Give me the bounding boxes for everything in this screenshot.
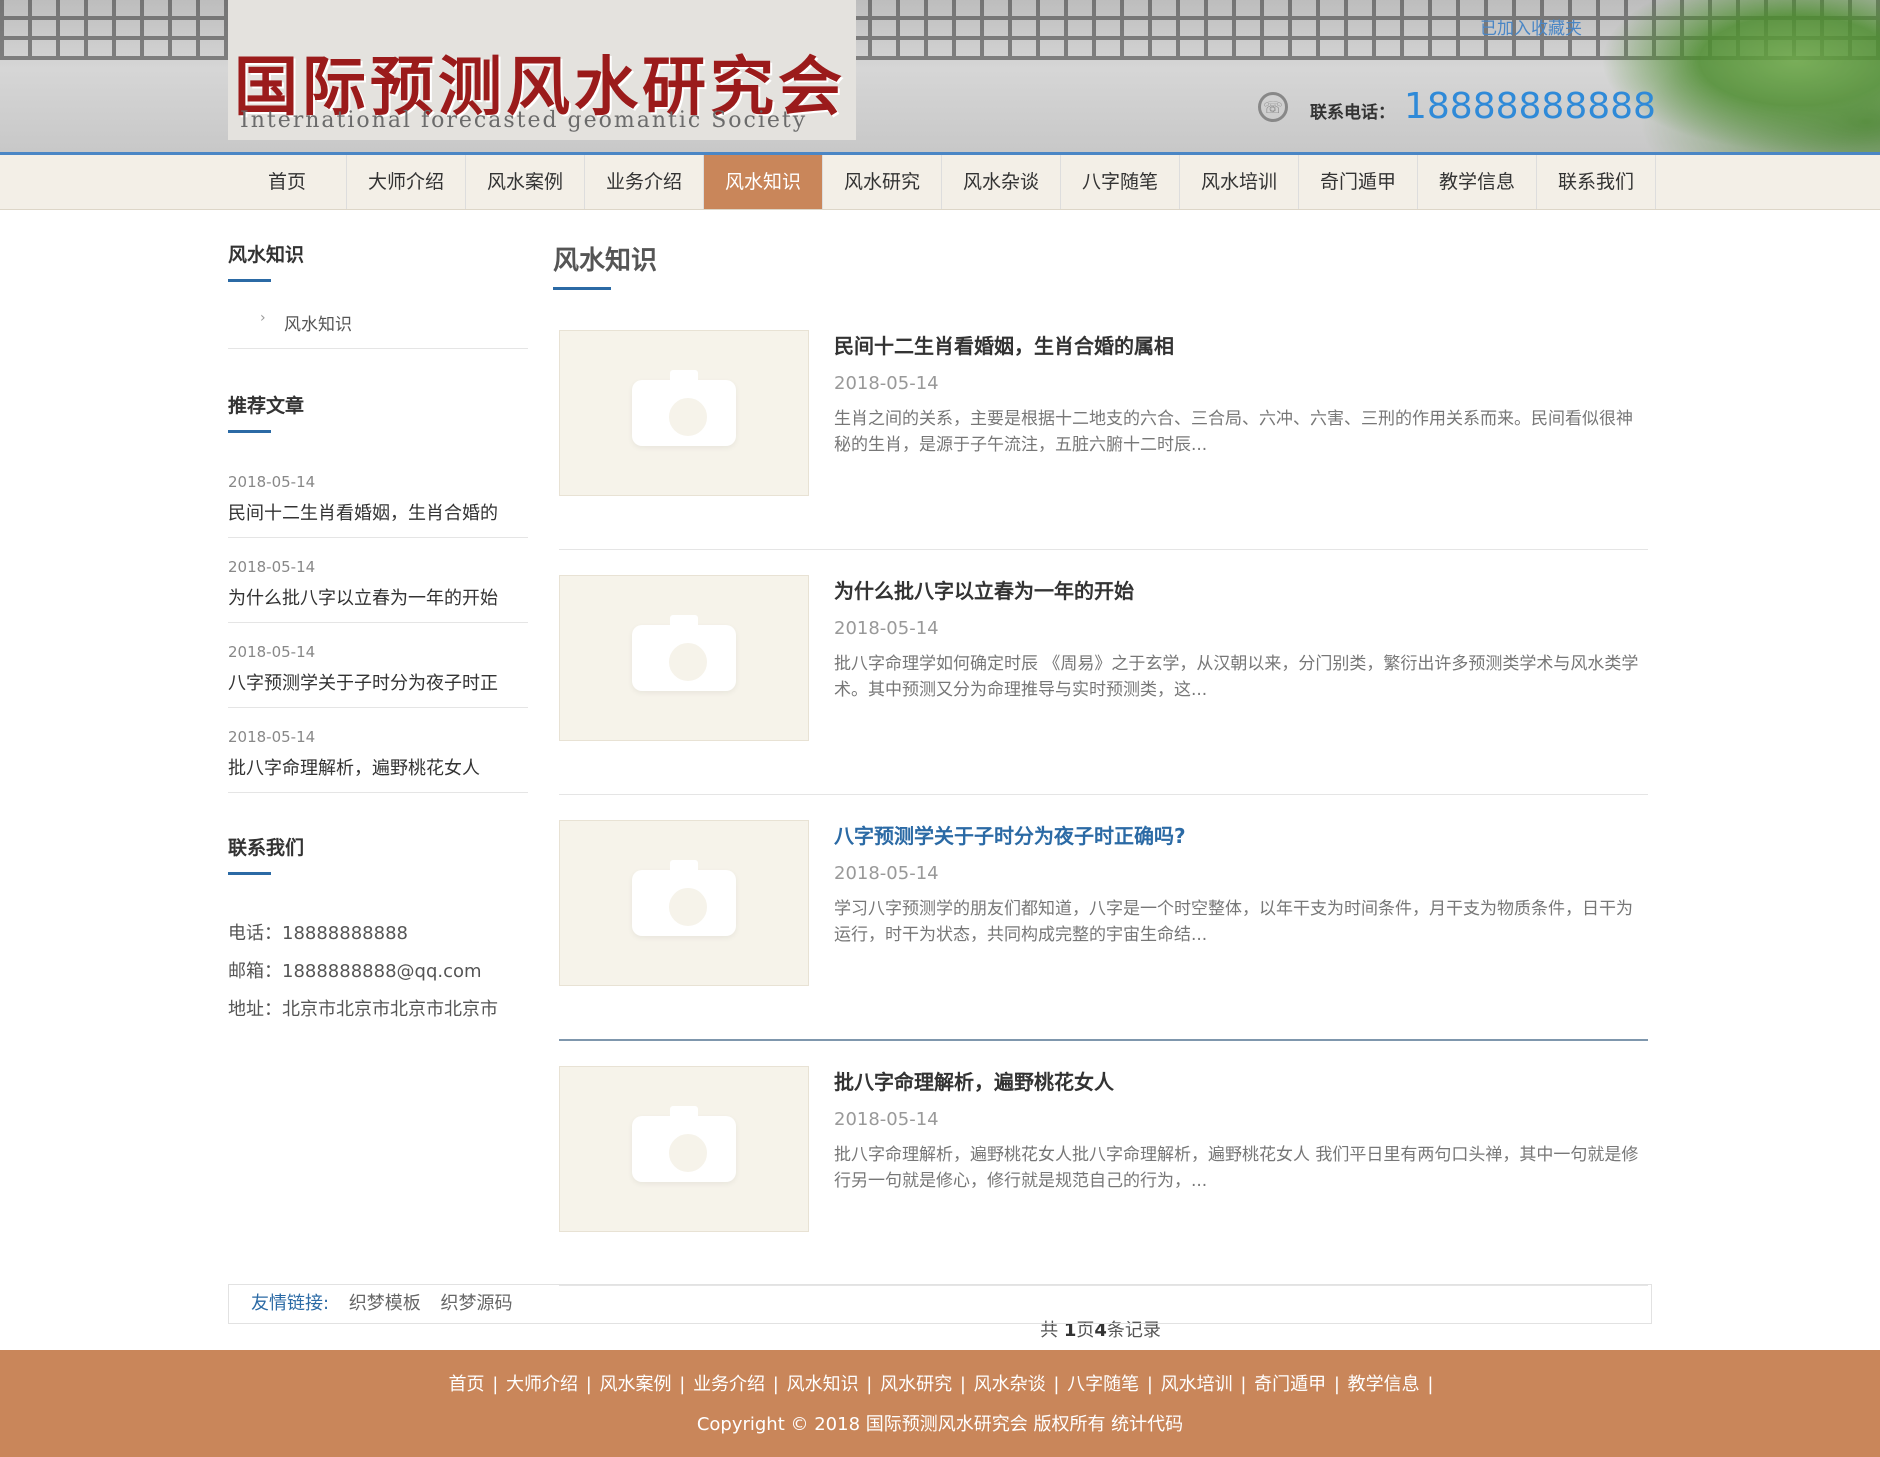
- nav-item-research[interactable]: 风水研究: [823, 155, 942, 209]
- title-underline: [228, 279, 271, 282]
- article-excerpt: 学习八字预测学的朋友们都知道，八字是一个时空整体，以年干支为时间条件，月干支为物…: [834, 899, 1633, 945]
- nav-item-business[interactable]: 业务介绍: [585, 155, 704, 209]
- footer-link-talks[interactable]: 风水杂谈: [974, 1374, 1046, 1395]
- friend-link[interactable]: 织梦模板: [349, 1293, 421, 1314]
- title-underline: [553, 287, 611, 290]
- title-underline: [228, 430, 271, 433]
- nav-item-home[interactable]: 首页: [228, 155, 347, 209]
- camera-placeholder-icon: [632, 615, 736, 691]
- nav-item-qimen[interactable]: 奇门遁甲: [1299, 155, 1418, 209]
- article-date: 2018-05-14: [834, 1109, 939, 1130]
- recommended-title-link[interactable]: 八字预测学关于子时分为夜子时正: [228, 669, 528, 695]
- nav-item-contact[interactable]: 联系我们: [1537, 155, 1656, 209]
- recommended-title-link[interactable]: 为什么批八字以立春为一年的开始: [228, 584, 528, 610]
- nav-item-knowledge[interactable]: 风水知识: [704, 155, 823, 209]
- footer-link-bazi[interactable]: 八字随笔: [1067, 1374, 1139, 1395]
- main-nav: 首页 大师介绍 风水案例 业务介绍 风水知识 风水研究 风水杂谈 八字随笔 风水…: [0, 155, 1880, 210]
- title-underline: [228, 872, 271, 875]
- footer-link-masters[interactable]: 大师介绍: [506, 1374, 578, 1395]
- recommended-item[interactable]: 2018-05-14 批八字命理解析，遍野桃花女人: [228, 728, 528, 793]
- friend-links-bar: 友情链接: 织梦模板 织梦源码: [228, 1284, 1652, 1324]
- recommended-title-link[interactable]: 批八字命理解析，遍野桃花女人: [228, 754, 528, 780]
- phone-label: 联系电话：: [1310, 103, 1395, 123]
- sidebar-category-item[interactable]: › 风水知识: [228, 310, 528, 349]
- camera-placeholder-icon: [632, 860, 736, 936]
- contact-phone: 电话：18888888888: [228, 923, 408, 944]
- nav-item-masters[interactable]: 大师介绍: [347, 155, 466, 209]
- article-excerpt: 批八字命理学如何确定时辰 《周易》之于玄学，从汉朝以来，分门别类，繁衍出许多预测…: [834, 654, 1639, 700]
- bamboo-leaves-decoration: [1600, 0, 1880, 152]
- footer-nav: 首页 | 大师介绍 | 风水案例 | 业务介绍 | 风水知识 | 风水研究 | …: [448, 1374, 1434, 1395]
- nav-item-bazi[interactable]: 八字随笔: [1061, 155, 1180, 209]
- footer-link-home[interactable]: 首页: [449, 1374, 485, 1395]
- nav-item-cases[interactable]: 风水案例: [466, 155, 585, 209]
- nav-item-training[interactable]: 风水培训: [1180, 155, 1299, 209]
- footer-link-knowledge[interactable]: 风水知识: [787, 1374, 859, 1395]
- recommended-item[interactable]: 2018-05-14 民间十二生肖看婚姻，生肖合婚的: [228, 473, 528, 538]
- phone-number: 18888888888: [1404, 86, 1656, 127]
- footer-link-qimen[interactable]: 奇门遁甲: [1254, 1374, 1326, 1395]
- article-date: 2018-05-14: [834, 863, 939, 884]
- footer-link-business[interactable]: 业务介绍: [693, 1374, 765, 1395]
- footer-link-research[interactable]: 风水研究: [880, 1374, 952, 1395]
- nav-item-teaching[interactable]: 教学信息: [1418, 155, 1537, 209]
- footer-link-teaching[interactable]: 教学信息: [1348, 1374, 1420, 1395]
- article-thumbnail[interactable]: [559, 820, 809, 986]
- article-thumbnail[interactable]: [559, 330, 809, 496]
- article-thumbnail[interactable]: [559, 1066, 809, 1232]
- camera-placeholder-icon: [632, 1106, 736, 1182]
- contact-title: 联系我们: [228, 837, 305, 859]
- nav-item-talks[interactable]: 风水杂谈: [942, 155, 1061, 209]
- article-title[interactable]: 民间十二生肖看婚姻，生肖合婚的属相: [834, 330, 1644, 359]
- recommended-date: 2018-05-14: [228, 558, 316, 576]
- article-title[interactable]: 批八字命理解析，遍野桃花女人: [834, 1066, 1644, 1095]
- article-item: 民间十二生肖看婚姻，生肖合婚的属相 2018-05-14 生肖之间的关系，主要是…: [559, 330, 1648, 550]
- article-item: 八字预测学关于子时分为夜子时正确吗? 2018-05-14 学习八字预测学的朋友…: [559, 820, 1648, 1041]
- recommended-date: 2018-05-14: [228, 473, 316, 491]
- recommended-title: 推荐文章: [228, 395, 305, 417]
- site-header: 国际预测风水研究会 International forecasted geoma…: [0, 0, 1880, 155]
- recommended-item[interactable]: 2018-05-14 八字预测学关于子时分为夜子时正: [228, 643, 528, 708]
- footer-link-training[interactable]: 风水培训: [1161, 1374, 1233, 1395]
- article-title[interactable]: 为什么批八字以立春为一年的开始: [834, 575, 1644, 604]
- article-list-section: 风水知识 民间十二生肖看婚姻，生肖合婚的属相 2018-05-14 生肖之间的关…: [553, 240, 1648, 1342]
- recommended-date: 2018-05-14: [228, 643, 316, 661]
- camera-placeholder-icon: [632, 370, 736, 446]
- friend-link[interactable]: 织梦源码: [441, 1293, 513, 1314]
- article-item: 批八字命理解析，遍野桃花女人 2018-05-14 批八字命理解析，遍野桃花女人…: [559, 1066, 1648, 1286]
- article-excerpt: 批八字命理解析，遍野桃花女人批八字命理解析，遍野桃花女人 我们平日里有两句口头禅…: [834, 1145, 1639, 1191]
- article-excerpt: 生肖之间的关系，主要是根据十二地支的六合、三合局、六冲、六害、三刑的作用关系而来…: [834, 409, 1633, 455]
- article-thumbnail[interactable]: [559, 575, 809, 741]
- recommended-title-link[interactable]: 民间十二生肖看婚姻，生肖合婚的: [228, 499, 528, 525]
- contact-email: 邮箱：1888888888@qq.com: [228, 961, 482, 982]
- bookmark-link[interactable]: 已加入收藏夹: [1480, 14, 1582, 39]
- recommended-item[interactable]: 2018-05-14 为什么批八字以立春为一年的开始: [228, 558, 528, 623]
- sidebar-category-label: 风水知识: [284, 315, 352, 335]
- sidebar: 风水知识 › 风水知识 推荐文章 2018-05-14 民间十二生肖看婚姻，生肖…: [228, 240, 528, 1021]
- chevron-right-icon: ›: [260, 310, 266, 326]
- contact-address: 地址：北京市北京市北京市北京市: [228, 999, 498, 1020]
- page-title: 风水知识: [553, 246, 658, 276]
- article-title[interactable]: 八字预测学关于子时分为夜子时正确吗?: [834, 820, 1644, 849]
- sidebar-category-title: 风水知识: [228, 244, 305, 266]
- article-date: 2018-05-14: [834, 373, 939, 394]
- article-date: 2018-05-14: [834, 618, 939, 639]
- copyright-text: Copyright © 2018 国际预测风水研究会 版权所有 统计代码: [696, 1414, 1184, 1435]
- article-item: 为什么批八字以立春为一年的开始 2018-05-14 批八字命理学如何确定时辰 …: [559, 575, 1648, 795]
- footer-link-cases[interactable]: 风水案例: [600, 1374, 672, 1395]
- recommended-date: 2018-05-14: [228, 728, 316, 746]
- phone-icon: ☏: [1258, 92, 1288, 122]
- site-logo-subtitle: International forecasted geomantic Socie…: [240, 108, 808, 133]
- site-footer: 首页 | 大师介绍 | 风水案例 | 业务介绍 | 风水知识 | 风水研究 | …: [0, 1350, 1880, 1457]
- friend-links-label: 友情链接:: [251, 1293, 330, 1314]
